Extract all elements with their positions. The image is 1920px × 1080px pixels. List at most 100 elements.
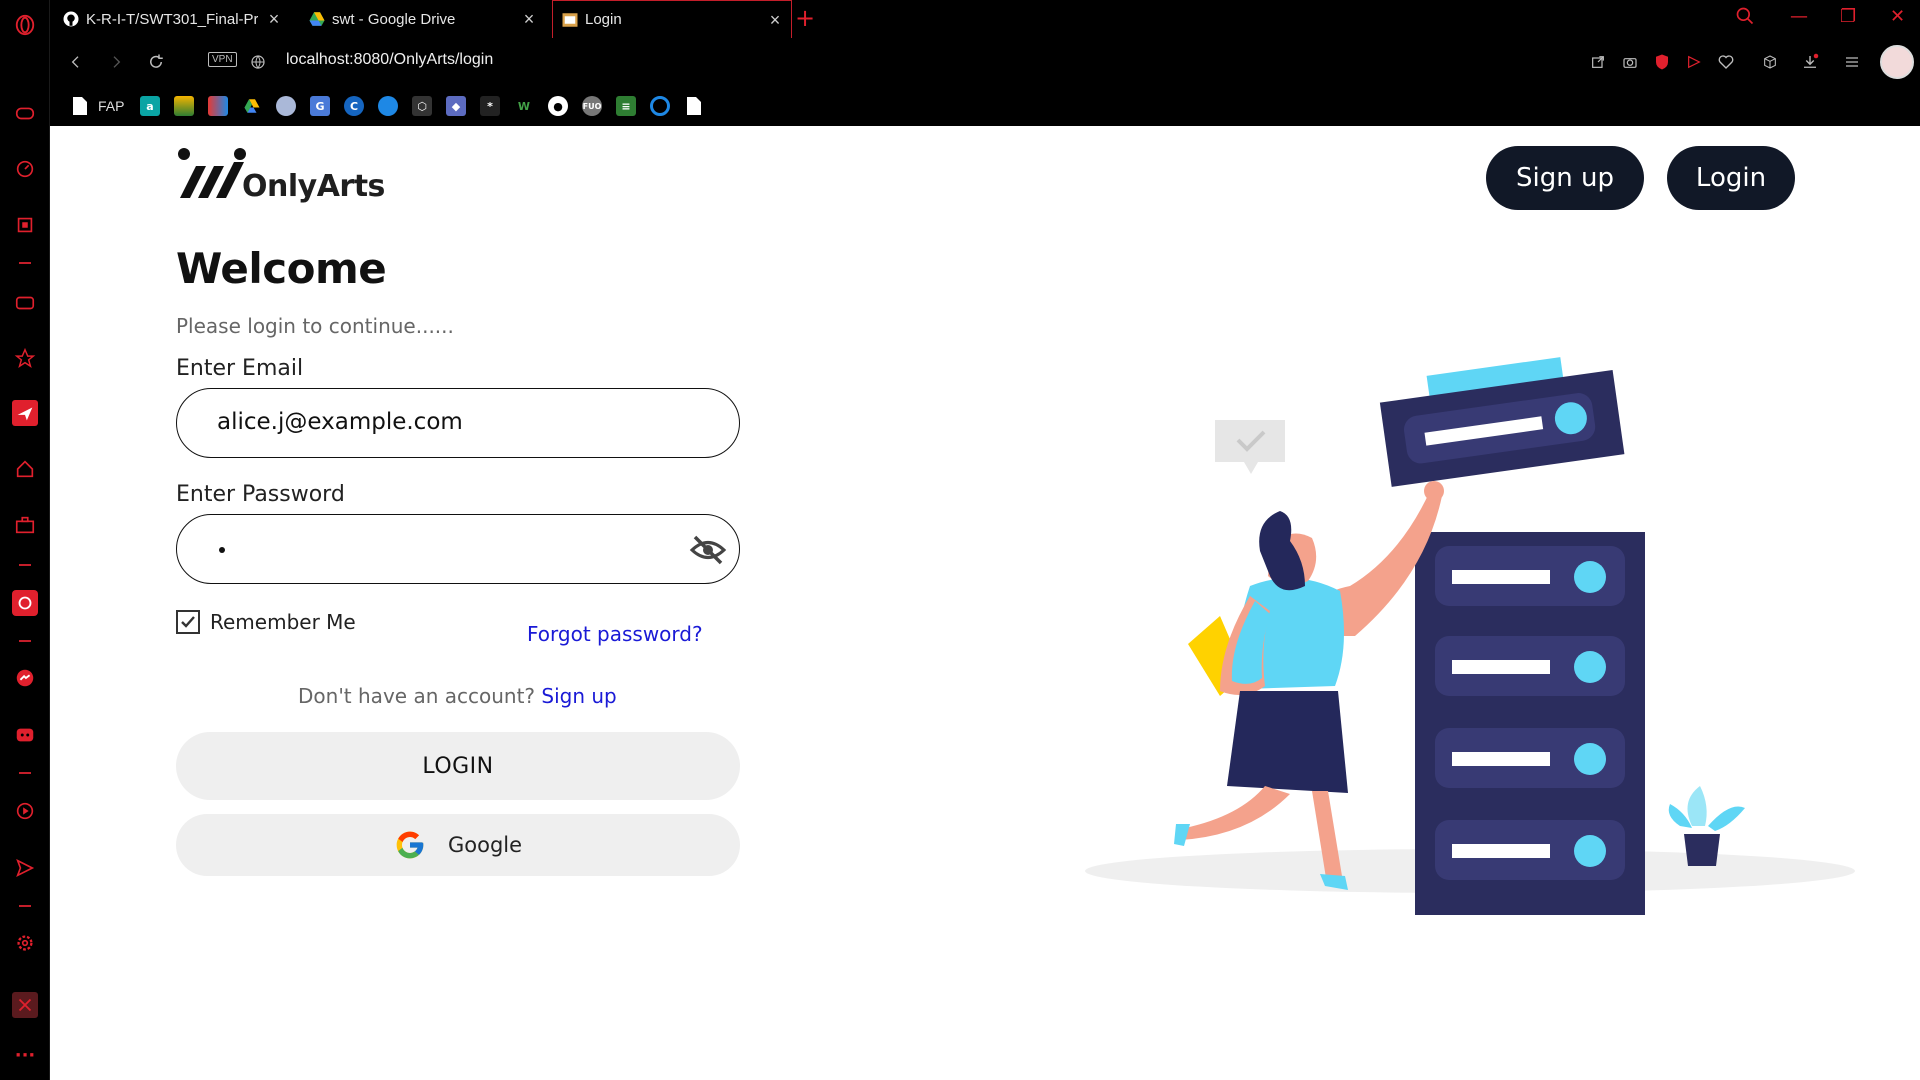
- remember-checkbox[interactable]: [176, 610, 200, 634]
- gamepad-icon[interactable]: [12, 100, 38, 126]
- fuo-bookmark-icon[interactable]: FUO: [582, 96, 602, 116]
- settings-icon[interactable]: [12, 930, 38, 956]
- easy-setup-icon[interactable]: [1840, 50, 1864, 74]
- password-label: Enter Password: [176, 482, 345, 507]
- password-field[interactable]: [176, 514, 740, 584]
- opera-logo-icon[interactable]: [12, 12, 38, 38]
- discord-icon[interactable]: [12, 722, 38, 748]
- home-icon[interactable]: [12, 456, 38, 482]
- stripes-bookmark-icon[interactable]: ≡: [616, 96, 636, 116]
- google-login-button[interactable]: Google: [176, 814, 740, 876]
- download-icon[interactable]: [1798, 50, 1822, 74]
- header-login-button[interactable]: Login: [1667, 146, 1795, 210]
- no-account-text: Don't have an account? Sign up: [298, 684, 617, 708]
- no-account-label: Don't have an account?: [298, 684, 536, 708]
- messenger-icon[interactable]: [12, 665, 38, 691]
- password-mask: [219, 547, 225, 553]
- camera-icon[interactable]: [1618, 50, 1642, 74]
- c-bookmark-icon[interactable]: C: [344, 96, 364, 116]
- page-bookmark-icon[interactable]: [70, 96, 90, 116]
- send-icon[interactable]: [12, 855, 38, 881]
- close-window-button[interactable]: ✕: [1890, 6, 1905, 27]
- url-field[interactable]: localhost:8080/OnlyArts/login: [286, 51, 493, 69]
- hexagon-bookmark-icon[interactable]: ⬡: [412, 96, 432, 116]
- logo-mark-icon: [178, 148, 246, 198]
- close-tab-icon[interactable]: ×: [266, 10, 282, 28]
- briefcase-icon[interactable]: [12, 512, 38, 538]
- more-icon[interactable]: ···: [12, 1042, 38, 1068]
- cube-icon[interactable]: [1758, 50, 1782, 74]
- tab-google-drive[interactable]: swt - Google Drive ×: [300, 0, 545, 38]
- cpu-icon[interactable]: [12, 212, 38, 238]
- tab-bar: K-R-I-T/SWT301_Final-Proje × swt - Googl…: [50, 0, 1920, 38]
- close-tab-icon[interactable]: ×: [521, 10, 537, 28]
- google-drive-icon: [308, 10, 326, 28]
- doc-bookmark-icon[interactable]: [684, 96, 704, 116]
- heart-icon[interactable]: [1714, 50, 1738, 74]
- google-icon: [396, 831, 424, 859]
- bookmark-colors-icon[interactable]: [208, 96, 228, 116]
- bookmark-a-icon[interactable]: a: [140, 96, 160, 116]
- profile-avatar[interactable]: [1880, 45, 1914, 79]
- remember-me[interactable]: Remember Me: [176, 610, 356, 634]
- sidebar-divider: [19, 905, 31, 907]
- controller-icon[interactable]: [12, 290, 38, 316]
- sidebar-divider: [19, 262, 31, 264]
- speed-dial-icon[interactable]: [12, 156, 38, 182]
- page-subtitle: Please login to continue......: [176, 314, 454, 338]
- server-illustration: [1085, 357, 1855, 915]
- player-icon[interactable]: [12, 798, 38, 824]
- back-button[interactable]: [64, 50, 88, 74]
- chat-bookmark-icon[interactable]: [276, 96, 296, 116]
- reload-button[interactable]: [144, 50, 168, 74]
- browser-sidebar: ···: [0, 0, 50, 1080]
- tab-title: Login: [585, 11, 622, 28]
- sidebar-divider: [19, 640, 31, 642]
- adblock-shield-icon[interactable]: [1650, 50, 1674, 74]
- translate-bookmark-icon[interactable]: G: [310, 96, 330, 116]
- signup-link[interactable]: Sign up: [541, 684, 616, 708]
- sparkle-bookmark-icon[interactable]: *: [480, 96, 500, 116]
- onlyarts-logo[interactable]: OnlyArts: [176, 146, 385, 206]
- google-drive-bookmark-icon[interactable]: [242, 96, 262, 116]
- tab-title: swt - Google Drive: [332, 10, 456, 28]
- extension-icon[interactable]: [12, 992, 38, 1018]
- email-field[interactable]: alice.j@example.com: [176, 388, 740, 458]
- github-bookmark-icon[interactable]: ●: [548, 96, 568, 116]
- vpn-badge[interactable]: VPN: [208, 52, 237, 67]
- sidebar-divider: [19, 564, 31, 566]
- tab-title: K-R-I-T/SWT301_Final-Proje: [86, 10, 258, 28]
- site-favicon: [561, 11, 579, 29]
- forward-button[interactable]: [104, 50, 128, 74]
- google-button-label: Google: [447, 833, 523, 857]
- gem-bookmark-icon[interactable]: ◆: [446, 96, 466, 116]
- eye-slash-icon[interactable]: [689, 533, 727, 567]
- bookmark-stack-icon[interactable]: [174, 96, 194, 116]
- share-icon[interactable]: [1586, 50, 1610, 74]
- check-icon: [181, 616, 195, 628]
- tab-github[interactable]: K-R-I-T/SWT301_Final-Proje ×: [54, 0, 290, 38]
- star-icon[interactable]: [12, 345, 38, 371]
- flow-send-icon[interactable]: [1682, 50, 1706, 74]
- w-bookmark-icon[interactable]: W: [514, 96, 534, 116]
- header-signup-button[interactable]: Sign up: [1486, 146, 1644, 210]
- forgot-password-link[interactable]: Forgot password?: [527, 622, 703, 646]
- tab-login[interactable]: Login ×: [552, 0, 792, 38]
- globe-icon[interactable]: [246, 50, 270, 74]
- bookmark-label[interactable]: FAP: [98, 98, 124, 114]
- logo-text: OnlyArts: [242, 169, 385, 204]
- page-title: Welcome: [176, 244, 387, 293]
- web-page: OnlyArts Sign up Login Welcome Please lo…: [50, 126, 1920, 1080]
- ring-bookmark-icon[interactable]: [650, 96, 670, 116]
- github-icon: [62, 10, 80, 28]
- maximize-button[interactable]: ❐: [1840, 6, 1856, 27]
- new-tab-button[interactable]: +: [795, 6, 815, 30]
- plane-icon[interactable]: [12, 400, 38, 426]
- login-button[interactable]: LOGIN: [176, 732, 740, 800]
- onedrive-bookmark-icon[interactable]: [378, 96, 398, 116]
- search-tabs-icon[interactable]: [1735, 6, 1755, 31]
- address-bar: VPN localhost:8080/OnlyArts/login: [50, 38, 1920, 86]
- minimize-button[interactable]: —: [1790, 6, 1808, 27]
- close-tab-icon[interactable]: ×: [767, 11, 783, 29]
- chatgpt-icon[interactable]: [12, 590, 38, 616]
